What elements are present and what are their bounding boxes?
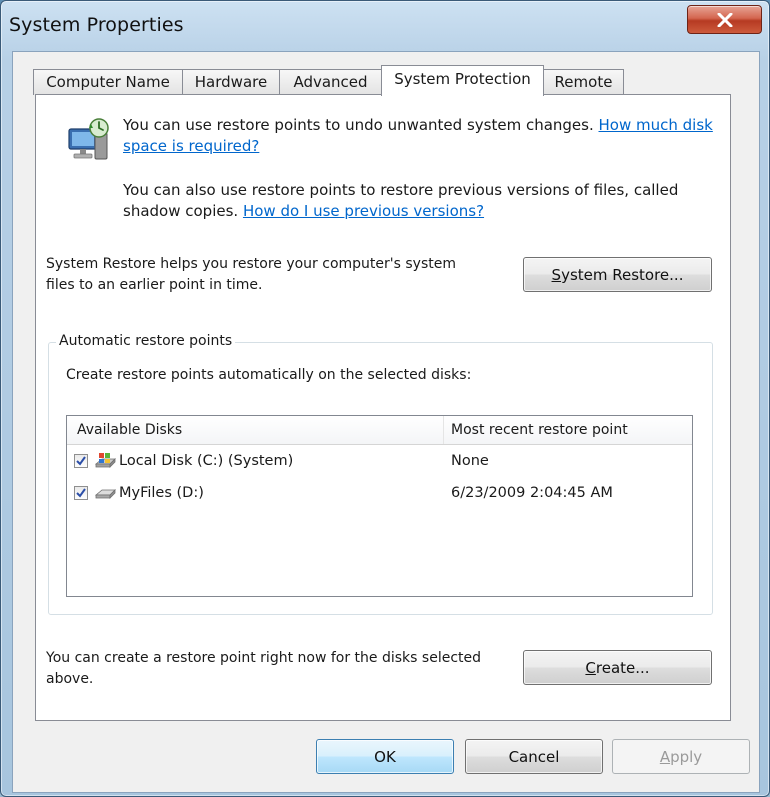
disk-c-checkbox[interactable]: [74, 454, 88, 468]
disk-row-d[interactable]: MyFiles (D:) 6/23/2009 2:04:45 AM: [67, 477, 692, 509]
apply-button[interactable]: Apply: [612, 739, 750, 774]
system-protection-icon: [68, 118, 109, 160]
disk-d-checkbox[interactable]: [74, 486, 88, 500]
system-restore-accelerator: S: [551, 265, 562, 284]
disk-d-name: MyFiles (D:): [119, 485, 204, 501]
cancel-button[interactable]: Cancel: [465, 739, 603, 774]
window-title: System Properties: [9, 14, 184, 36]
create-button[interactable]: Create...: [523, 650, 712, 685]
column-most-recent-restore-point[interactable]: Most recent restore point: [444, 416, 692, 444]
checkmark-icon: [76, 488, 86, 498]
disk-c-restore-point: None: [451, 453, 489, 469]
system-protection-panel: You can use restore points to undo unwan…: [35, 94, 731, 721]
shadow-copies-intro: You can also use restore points to resto…: [123, 180, 713, 222]
hard-drive-icon: [94, 489, 116, 499]
apply-accelerator: A: [659, 747, 671, 766]
system-properties-window: System Properties Computer Name Hardware…: [0, 0, 770, 797]
restore-points-intro: You can use restore points to undo unwan…: [123, 115, 713, 157]
ok-button[interactable]: OK: [316, 739, 454, 774]
title-bar[interactable]: System Properties: [1, 1, 769, 51]
tab-hardware[interactable]: Hardware: [182, 69, 280, 95]
column-available-disks[interactable]: Available Disks: [67, 416, 444, 444]
system-drive-icon: [94, 453, 116, 468]
group-label: Automatic restore points: [56, 331, 236, 351]
apply-label: pply: [670, 747, 703, 766]
previous-versions-link[interactable]: How do I use previous versions?: [243, 202, 484, 220]
tab-remote[interactable]: Remote: [543, 69, 624, 95]
system-restore-description: System Restore helps you restore your co…: [46, 256, 456, 293]
disk-c-name: Local Disk (C:) (System): [119, 453, 294, 469]
list-header: Available Disks Most recent restore poin…: [67, 416, 692, 445]
create-restore-point-description: You can create a restore point right now…: [46, 650, 482, 687]
close-button[interactable]: [687, 5, 762, 34]
create-accelerator: C: [585, 658, 596, 677]
intro-text: You can use restore points to undo unwan…: [123, 116, 599, 134]
system-restore-button[interactable]: System Restore...: [523, 257, 712, 292]
checkmark-icon: [76, 456, 86, 466]
close-icon: [717, 12, 732, 27]
available-disks-list[interactable]: Available Disks Most recent restore poin…: [66, 415, 693, 597]
tab-system-protection[interactable]: System Protection: [381, 65, 544, 96]
system-restore-label: ystem Restore...: [561, 265, 684, 284]
disk-row-c[interactable]: Local Disk (C:) (System) None: [67, 445, 692, 477]
group-description: Create restore points automatically on t…: [66, 367, 472, 383]
tab-advanced[interactable]: Advanced: [279, 69, 382, 95]
tab-computer-name[interactable]: Computer Name: [33, 69, 183, 95]
create-label: reate...: [595, 658, 650, 677]
dialog-client-area: Computer Name Hardware Advanced System P…: [12, 51, 760, 793]
disk-d-restore-point: 6/23/2009 2:04:45 AM: [451, 485, 613, 501]
